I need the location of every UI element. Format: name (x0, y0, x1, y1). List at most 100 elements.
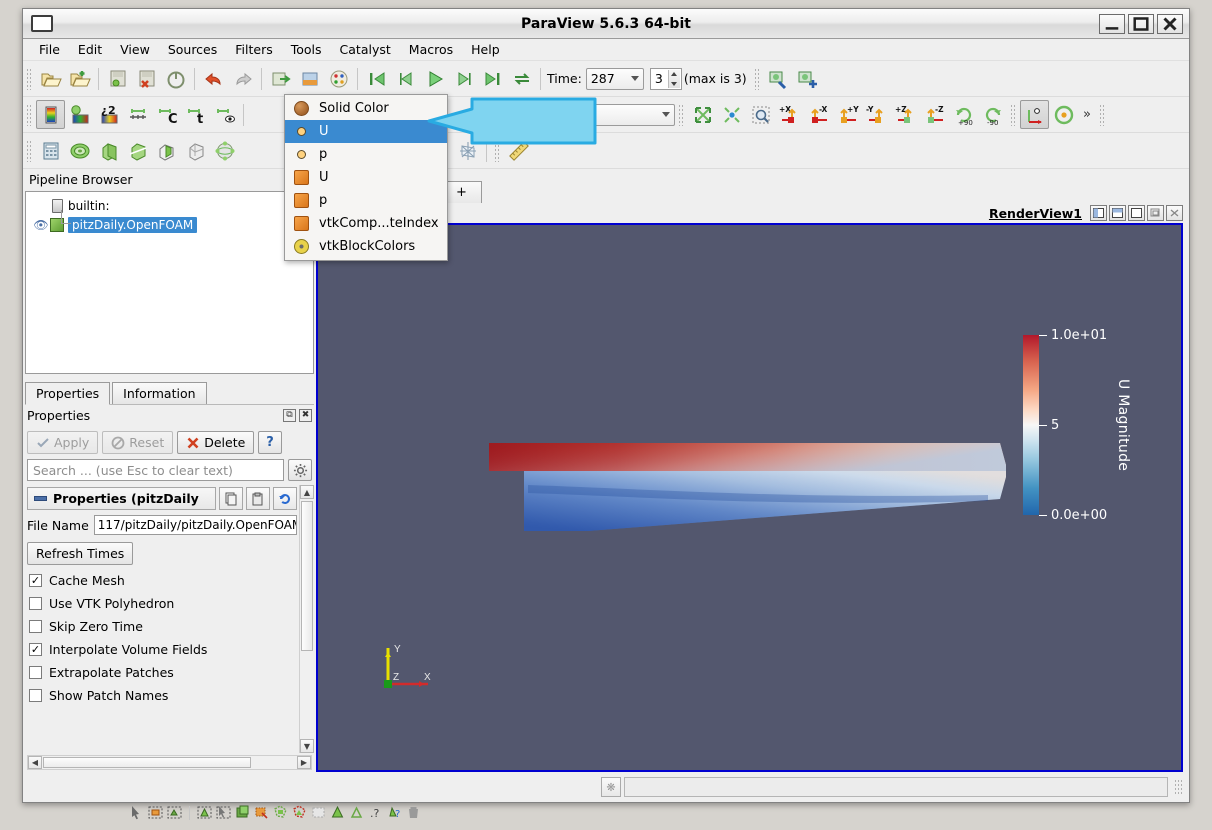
properties-vertical-scrollbar[interactable]: ▲ ▼ (299, 485, 314, 753)
contour-filter-icon[interactable] (65, 136, 94, 165)
color-by-array-menu[interactable]: Solid Color U p U p vtkComp...teIndex vt… (284, 94, 448, 261)
camera-minus-x-icon[interactable]: -X (804, 100, 833, 129)
ruler-icon[interactable] (504, 136, 533, 165)
toolbar-grip[interactable] (1098, 103, 1106, 126)
rescale-visible-range-icon[interactable]: C (152, 100, 181, 129)
last-frame-icon[interactable] (478, 64, 507, 93)
resize-grip[interactable] (1174, 779, 1183, 795)
checkbox-extrapolate-patches[interactable]: Extrapolate Patches (25, 661, 299, 684)
select-cells-interactive-icon[interactable] (128, 804, 145, 821)
paste-properties-icon[interactable] (246, 487, 270, 510)
properties-scroll-area[interactable]: ▲ ▼ Properties (pitzDaily File Name 117/… (25, 485, 314, 753)
menu-item-cell-u[interactable]: U (285, 166, 447, 189)
pipeline-browser[interactable]: builtin: 👁 pitzDaily.OpenFOAM (25, 191, 314, 374)
menu-item-solid-color[interactable]: Solid Color (285, 97, 447, 120)
loop-icon[interactable] (507, 64, 536, 93)
advanced-properties-gear-icon[interactable] (288, 459, 312, 481)
scroll-down-icon[interactable]: ▼ (300, 739, 314, 753)
rescale-to-time-icon[interactable]: t (181, 100, 210, 129)
camera-undo-icon[interactable] (266, 64, 295, 93)
collapse-icon[interactable] (34, 496, 47, 501)
reset-camera-icon[interactable] (688, 100, 717, 129)
rescale-to-data-range-icon[interactable] (65, 100, 94, 129)
checkbox-icon[interactable]: ✓ (29, 574, 42, 587)
restore-defaults-icon[interactable] (273, 487, 297, 510)
checkbox-icon[interactable]: ✓ (29, 643, 42, 656)
progress-abort-icon[interactable]: ❋ (601, 777, 621, 797)
show-center-axes-icon[interactable] (1020, 100, 1049, 129)
eye-visibility-icon[interactable]: 👁 (32, 218, 50, 232)
toolbar-grip[interactable] (26, 103, 33, 126)
interactive-select-cells-icon[interactable] (253, 804, 270, 821)
scroll-thumb[interactable] (301, 501, 313, 651)
rotate-plus-90-icon[interactable]: +90 (949, 100, 978, 129)
stepper-buttons[interactable] (667, 69, 680, 88)
select-points-polygon-icon[interactable] (291, 804, 308, 821)
pipeline-item-source[interactable]: 👁 pitzDaily.OpenFOAM (26, 215, 313, 234)
glyph-filter-icon[interactable] (210, 136, 239, 165)
search-input[interactable]: Search ... (use Esc to clear text) (27, 459, 284, 481)
play-icon[interactable] (420, 64, 449, 93)
checkbox-icon[interactable] (29, 620, 42, 633)
select-cells-frustum-icon[interactable] (196, 804, 213, 821)
undock-view-button[interactable] (1147, 205, 1164, 221)
toolbar-grip[interactable] (26, 139, 33, 162)
clip-filter-icon[interactable] (94, 136, 123, 165)
help-button[interactable]: ? (258, 431, 282, 454)
menu-help[interactable]: Help (463, 40, 508, 59)
reset-center-icon[interactable] (1049, 100, 1078, 129)
split-vertical-button[interactable] (1109, 205, 1126, 221)
checkbox-interpolate-volume-fields[interactable]: ✓ Interpolate Volume Fields (25, 638, 299, 661)
axes-grid-icon[interactable] (453, 136, 482, 165)
camera-minus-y-icon[interactable]: -Y (862, 100, 891, 129)
menu-macros[interactable]: Macros (401, 40, 461, 59)
add-time-icon[interactable] (793, 64, 822, 93)
scroll-up-icon[interactable]: ▲ (300, 485, 314, 499)
menu-filters[interactable]: Filters (227, 40, 280, 59)
zoom-to-box-icon[interactable] (746, 100, 775, 129)
scroll-thumb[interactable] (43, 757, 251, 768)
pipeline-item-builtin[interactable]: builtin: (26, 196, 313, 215)
select-cells-polygon-icon[interactable] (272, 804, 289, 821)
representation-combo[interactable]: e (540, 103, 675, 126)
select-points-surface-icon[interactable] (166, 804, 183, 821)
minimize-button[interactable] (1099, 13, 1125, 34)
menu-item-cell-p[interactable]: p (285, 189, 447, 212)
edit-time-icon[interactable] (764, 64, 793, 93)
close-panel-icon[interactable]: ✖ (299, 409, 312, 422)
open-file-icon[interactable] (36, 64, 65, 93)
checkbox-icon[interactable] (29, 689, 42, 702)
time-value-combo[interactable]: 287 (585, 67, 644, 90)
screenshot-icon[interactable] (295, 64, 324, 93)
camera-plus-y-icon[interactable]: +Y (833, 100, 862, 129)
checkbox-show-patch-names[interactable]: Show Patch Names (25, 684, 299, 707)
scroll-left-icon[interactable]: ◀ (28, 756, 42, 769)
extract-subset-filter-icon[interactable] (181, 136, 210, 165)
rescale-over-time-icon[interactable] (123, 100, 152, 129)
undock-panel-icon[interactable]: ⧉ (283, 409, 296, 422)
open-recent-icon[interactable] (65, 64, 94, 93)
selection-help-icon[interactable]: .? (367, 804, 384, 821)
toggle-scalar-bar-icon[interactable] (210, 100, 239, 129)
rescale-custom-range-icon[interactable]: ¿ 2 (94, 100, 123, 129)
color-palette-icon[interactable] (324, 64, 353, 93)
file-name-input[interactable]: 117/pitzDaily/pitzDaily.OpenFOAM (93, 515, 297, 535)
toolbar-grip[interactable] (678, 103, 685, 126)
selection-query-help-icon[interactable]: ? (386, 804, 403, 821)
clear-selection-icon[interactable] (310, 804, 327, 821)
menu-item-vtk-block-colors[interactable]: vtkBlockColors (285, 235, 447, 258)
redo-icon[interactable] (228, 64, 257, 93)
close-view-button[interactable] (1166, 205, 1183, 221)
menu-catalyst[interactable]: Catalyst (332, 40, 399, 59)
menu-tools[interactable]: Tools (283, 40, 330, 59)
copy-properties-icon[interactable] (219, 487, 243, 510)
select-blocks-icon[interactable] (234, 804, 251, 821)
rotate-minus-90-icon[interactable]: -90 (978, 100, 1007, 129)
maximize-button[interactable] (1128, 13, 1154, 34)
plot-selection-icon[interactable] (348, 804, 365, 821)
find-data-icon[interactable] (329, 804, 346, 821)
next-frame-icon[interactable] (449, 64, 478, 93)
zoom-to-data-icon[interactable] (717, 100, 746, 129)
properties-horizontal-scrollbar[interactable]: ◀ ▶ (27, 755, 312, 770)
menu-item-point-p[interactable]: p (285, 143, 447, 166)
